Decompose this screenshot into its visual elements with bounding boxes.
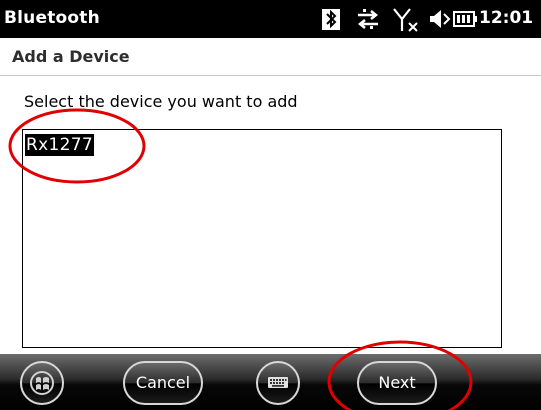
bluetooth-icon[interactable] <box>320 0 342 38</box>
battery-icon[interactable] <box>452 0 478 38</box>
cancel-button[interactable]: Cancel <box>123 361 203 405</box>
clock[interactable]: 12:01 <box>479 8 533 28</box>
device-list[interactable]: Rx1277 <box>22 129 502 348</box>
bottom-command-bar: Cancel Next <box>0 354 541 410</box>
device-list-item[interactable]: Rx1277 <box>25 134 94 156</box>
keyboard-button[interactable] <box>256 361 300 405</box>
title-bar: Bluetooth 12:01 <box>0 0 541 38</box>
app-title: Bluetooth <box>4 8 100 28</box>
signal-off-icon[interactable] <box>392 0 422 38</box>
instruction-text: Select the device you want to add <box>24 92 298 111</box>
keyboard-icon <box>268 377 288 388</box>
windows-start-icon <box>30 371 54 395</box>
volume-muted-icon[interactable] <box>428 0 452 38</box>
data-transfer-icon[interactable] <box>355 0 381 38</box>
page-title: Add a Device <box>12 47 130 66</box>
next-button[interactable]: Next <box>357 361 437 405</box>
start-button[interactable] <box>20 361 64 405</box>
page-header: Add a Device <box>0 38 541 76</box>
